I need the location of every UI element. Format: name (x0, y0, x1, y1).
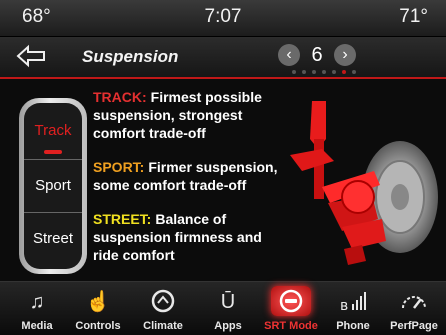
nav-item-perfpage[interactable]: PerfPage (382, 282, 446, 335)
nav-label: PerfPage (390, 320, 438, 332)
perf-gauge-icon (382, 288, 446, 316)
page-dots (282, 70, 362, 74)
track-description: TRACK: Firmest possible suspension, stron… (93, 88, 283, 142)
back-button[interactable] (14, 41, 54, 71)
svg-text:ʙ: ʙ (340, 298, 348, 314)
previous-page-button[interactable]: ‹ (278, 44, 300, 66)
suspension-mode-selector: Track Sport Street (19, 98, 87, 274)
chevron-left-icon: ‹ (286, 46, 292, 63)
climate-icon (131, 288, 195, 316)
page-dot (352, 70, 356, 74)
sport-label: SPORT: (93, 159, 145, 175)
suspension-illustration (290, 101, 438, 265)
status-bar: 68° 7:07 71° (0, 0, 446, 37)
nav-label: Media (21, 320, 53, 332)
page-pager: ‹ 6 › (278, 43, 362, 69)
page-dot (322, 70, 326, 74)
page-dot (332, 70, 336, 74)
clock: 7:07 (204, 6, 242, 27)
next-page-button[interactable]: › (334, 44, 356, 66)
nav-item-srt-mode[interactable]: SRT Mode (259, 282, 323, 335)
apps-icon: Ū (220, 291, 236, 313)
track-label: TRACK: (93, 89, 147, 105)
street-label: STREET: (93, 211, 152, 227)
selected-indicator (44, 150, 62, 154)
street-description: STREET: Balance of suspension firmness an… (93, 210, 283, 264)
srt-steering-wheel-icon (259, 288, 323, 316)
mode-option-street[interactable]: Street (24, 213, 82, 265)
page-dot (342, 70, 346, 74)
bottom-nav: ♫ Media ☝ Controls Climate Ū Apps SRT Mo… (0, 281, 446, 335)
page-title: Suspension (82, 47, 179, 66)
mode-option-sport[interactable]: Sport (24, 159, 82, 213)
nav-label: Phone (336, 320, 370, 332)
suspension-screen: 68° 7:07 71° Suspension ‹ 6 › Track Spor… (0, 0, 446, 335)
page-dot (312, 70, 316, 74)
page-dot (292, 70, 296, 74)
page-number: 6 (311, 44, 323, 66)
nav-item-climate[interactable]: Climate (131, 282, 195, 335)
sport-description: SPORT: Firmer suspension, some comfort tr… (93, 158, 283, 194)
page-dot (302, 70, 306, 74)
nav-item-apps[interactable]: Ū Apps (196, 282, 260, 335)
nav-item-media[interactable]: ♫ Media (5, 282, 69, 335)
outside-temp-right: 71° (399, 6, 428, 27)
hand-controls-icon: ☝ (85, 291, 111, 313)
selector-inner: Track Sport Street (24, 103, 82, 269)
main-content: Track Sport Street TRACK: Firmest possibl… (0, 79, 446, 281)
back-arrow-icon (16, 44, 45, 68)
nav-label: SRT Mode (264, 320, 318, 332)
music-note-icon: ♫ (29, 291, 45, 313)
nav-item-controls[interactable]: ☝ Controls (66, 282, 130, 335)
nav-label: Apps (214, 320, 242, 332)
nav-label: Controls (75, 320, 121, 332)
nav-item-phone[interactable]: ʙ Phone (321, 282, 385, 335)
phone-bluetooth-icon: ʙ (321, 288, 385, 316)
page-header: Suspension ‹ 6 › (0, 37, 446, 77)
chevron-right-icon: › (342, 46, 348, 63)
nav-label: Climate (143, 320, 183, 332)
